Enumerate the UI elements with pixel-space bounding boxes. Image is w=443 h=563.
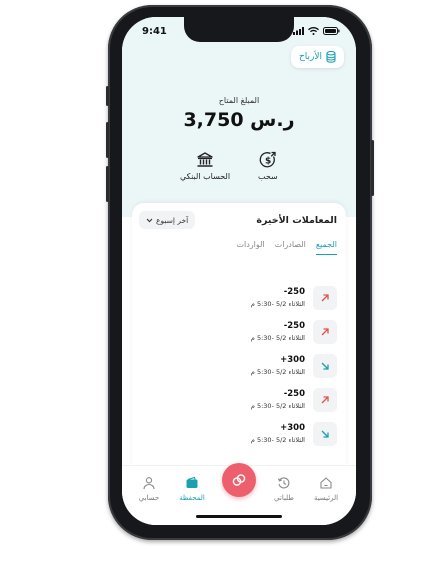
phone-volume-up [106, 122, 109, 158]
status-icons [293, 27, 340, 35]
phone-power-button [371, 140, 374, 196]
transaction-amount: -250 [283, 287, 305, 297]
bank-icon [197, 152, 213, 167]
transaction-date: الثلاثاء 5/2 -5:30 م [250, 368, 305, 376]
home-icon [320, 477, 332, 489]
tab-all[interactable]: الجميع [315, 240, 337, 255]
nav-home[interactable]: الرئيسية [306, 476, 346, 502]
status-time: 9:41 [142, 26, 167, 37]
transaction-amount: +300 [280, 423, 305, 433]
history-icon [277, 477, 290, 489]
transaction-row[interactable]: -250 الثلاثاء 5/2 -5:30 م [141, 286, 337, 312]
user-icon [143, 477, 155, 490]
transactions-card: المعاملات الأخيرة آخر إسبوع الجميع الصاد… [132, 203, 346, 473]
notch [184, 17, 294, 42]
bank-account-action[interactable]: الحساب البنكي [180, 151, 230, 181]
outgoing-arrow-icon [313, 320, 337, 344]
transaction-row[interactable]: -250 الثلاثاء 5/2 -5:30 م [141, 320, 337, 346]
transaction-row[interactable]: +300 الثلاثاء 5/2 -5:30 م [141, 354, 337, 380]
transaction-row[interactable]: -250 الثلاثاء 5/2 -5:30 م [141, 388, 337, 414]
transaction-amount: -250 [283, 321, 305, 331]
transaction-date: الثلاثاء 5/2 -5:30 م [250, 300, 305, 308]
balance-label: المبلغ المتاح [218, 96, 260, 105]
withdraw-dollar-icon: $ [259, 151, 276, 168]
center-action-button[interactable] [222, 463, 256, 497]
coins-icon [326, 51, 336, 63]
svg-text:$: $ [265, 157, 271, 167]
profits-button[interactable]: الأرباح [290, 46, 344, 68]
wallet-icon [186, 476, 198, 488]
profits-label: الأرباح [298, 52, 322, 62]
tab-outgoing[interactable]: الصادرات [275, 240, 306, 255]
transaction-date: الثلاثاء 5/2 -5:30 م [250, 334, 305, 342]
nav-orders[interactable]: طلباتي [264, 476, 304, 502]
nav-account-label: حسابي [138, 494, 160, 502]
home-indicator [196, 515, 282, 518]
app-screen: 9:41 الأرباح المبلغ المتاح 3,750 ر.س $ س… [122, 17, 356, 525]
withdraw-label: سحب [258, 172, 278, 181]
transaction-amount: -250 [283, 389, 305, 399]
nav-orders-label: طلباتي [274, 494, 294, 502]
chevron-down-icon [146, 218, 153, 222]
nav-home-label: الرئيسية [313, 494, 339, 502]
outgoing-arrow-icon [313, 286, 337, 310]
transaction-date: الثلاثاء 5/2 -5:30 م [250, 402, 305, 410]
period-dropdown[interactable]: آخر إسبوع [139, 211, 196, 229]
incoming-arrow-icon [313, 354, 337, 378]
battery-icon [323, 27, 340, 35]
signal-icon [293, 27, 304, 35]
phone-volume-down [106, 166, 109, 202]
tab-incoming[interactable]: الواردات [236, 240, 264, 255]
phone-side-button [106, 86, 109, 106]
balance-amount: 3,750 ر.س [183, 109, 295, 131]
nav-account[interactable]: حسابي [129, 476, 169, 502]
transaction-amount: +300 [280, 355, 305, 365]
link-rings-icon [232, 474, 246, 486]
nav-wallet[interactable]: المحفظة [172, 476, 212, 502]
transaction-date: الثلاثاء 5/2 -5:30 م [250, 436, 305, 444]
transaction-row[interactable]: +300 الثلاثاء 5/2 -5:30 م [141, 422, 337, 448]
wifi-icon [308, 27, 319, 35]
bank-label: الحساب البنكي [180, 172, 231, 181]
transaction-tabs: الجميع الصادرات الواردات [236, 240, 337, 255]
withdraw-action[interactable]: $ سحب [258, 151, 278, 181]
transactions-title: المعاملات الأخيرة [256, 215, 337, 226]
outgoing-arrow-icon [313, 388, 337, 412]
incoming-arrow-icon [313, 422, 337, 446]
period-label: آخر إسبوع [156, 215, 189, 225]
nav-wallet-label: المحفظة [179, 494, 205, 502]
